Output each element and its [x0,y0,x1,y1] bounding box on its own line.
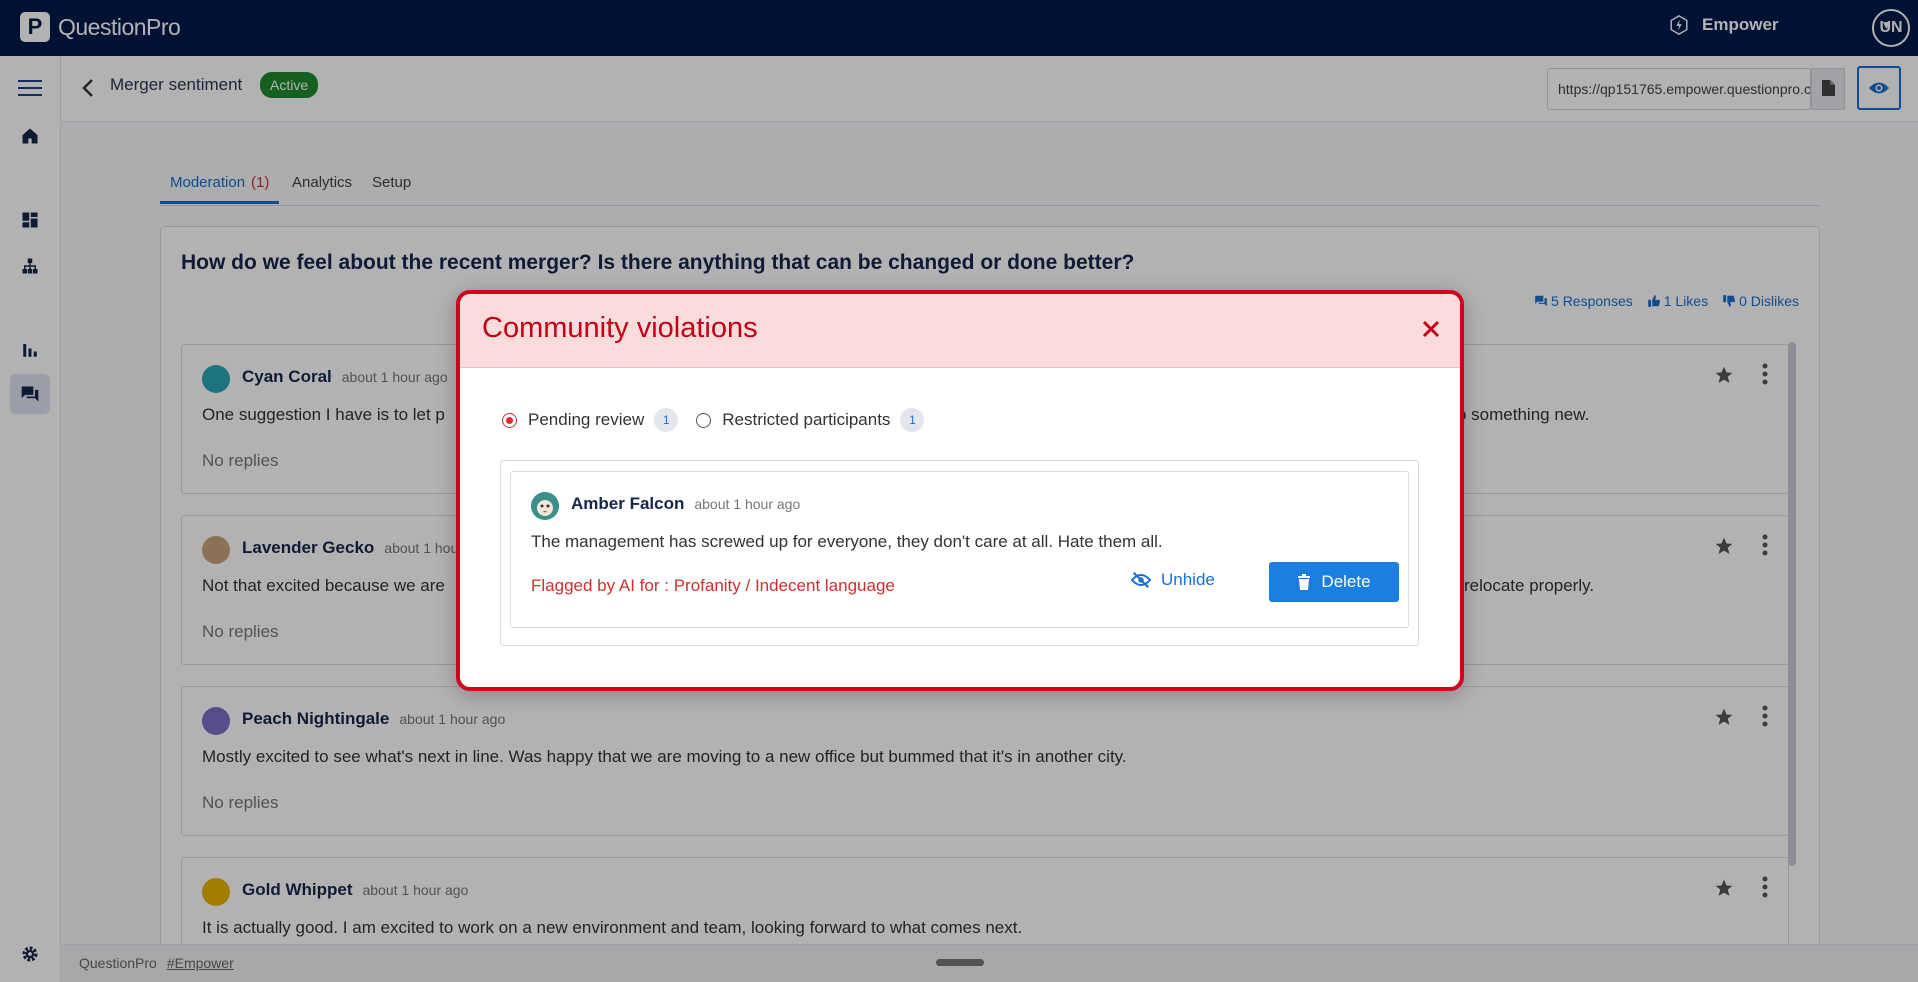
modal-title: Community violations [482,312,758,344]
close-icon[interactable] [1420,318,1444,342]
author-name-text: Amber Falcon [571,494,685,513]
violation-text: The management has screwed up for everyo… [531,532,1163,551]
avatar [531,492,559,520]
unhide-label: Unhide [1161,570,1215,589]
violation-filter-group: Pending review 1 Restricted participants… [502,408,942,432]
restricted-participants-radio[interactable] [696,412,712,428]
restricted-participants-count: 1 [900,408,925,432]
restricted-participants-label[interactable]: Restricted participants [722,410,890,430]
trash-icon [1298,574,1311,590]
author-name: Amber Falcon about 1 hour ago [571,494,800,514]
pending-review-label[interactable]: Pending review [528,410,644,430]
violation-item: Amber Falcon about 1 hour ago The managem… [510,471,1409,628]
modal-header: Community violations [460,294,1460,368]
community-violations-modal: Community violations Pending review 1 Re… [456,290,1464,691]
delete-label: Delete [1321,572,1371,591]
pending-review-radio[interactable] [502,412,517,428]
flag-reason: Flagged by AI for : Profanity / Indecent… [531,576,895,595]
eye-off-icon [1131,571,1151,589]
timestamp: about 1 hour ago [694,496,801,512]
delete-button[interactable]: Delete [1269,562,1399,602]
unhide-button[interactable]: Unhide [1131,570,1215,590]
pending-review-count: 1 [654,408,679,432]
